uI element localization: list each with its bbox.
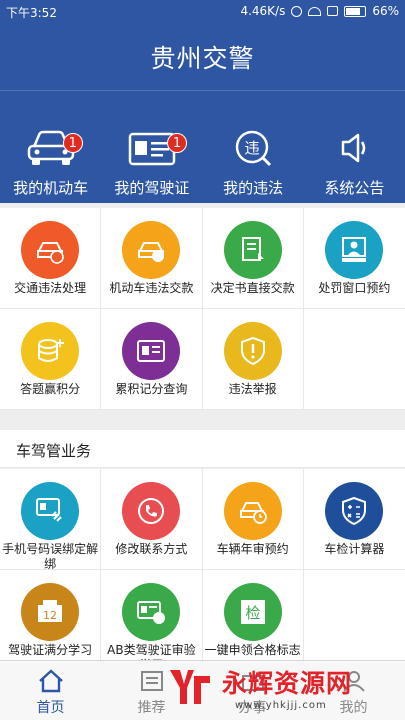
coins-icon: [21, 322, 80, 380]
top-nav-label: 我的违法: [223, 179, 284, 197]
service-label: 交通违法处理: [14, 281, 87, 295]
service-label: 累积记分查询: [115, 382, 188, 396]
id-card-icon: [122, 322, 181, 380]
empty-cell: [303, 570, 405, 671]
service-decision-payment[interactable]: 决定书直接交款: [202, 208, 304, 309]
status-time: 下午3:52: [6, 6, 57, 20]
service-label: 驾驶证满分学习: [8, 643, 93, 657]
unlink-card-icon: [21, 482, 80, 540]
home-icon: [38, 669, 63, 693]
section-title: 车驾管业务: [16, 442, 92, 460]
hd-icon: [327, 6, 339, 16]
score-board-icon: 12: [21, 583, 80, 641]
service-unbind-phone[interactable]: 手机号码误绑定解绑: [0, 469, 102, 571]
watermark-logo-icon: [170, 670, 210, 704]
svg-text:12: 12: [43, 609, 57, 622]
wifi-icon: [308, 6, 322, 16]
window-appointment-icon: [325, 221, 384, 279]
service-label: 修改联系方式: [115, 542, 188, 556]
top-nav-my-violations[interactable]: 违 我的违法: [203, 91, 304, 203]
service-ab-license-review[interactable]: AB类驾驶证审验学习: [101, 570, 203, 672]
service-label: 手机号码误绑定解绑: [2, 542, 99, 571]
watermark: 永辉资源网 www.yhkjjj.com: [160, 660, 405, 720]
service-vehicle-fine-payment[interactable]: 机动车违法交款: [101, 208, 203, 309]
service-label: 答题赢积分: [20, 382, 81, 396]
battery-icon: [344, 5, 367, 17]
top-nav-my-vehicle[interactable]: 1 我的机动车: [0, 91, 101, 203]
service-full-score-study[interactable]: 12 驾驶证满分学习: [0, 570, 102, 671]
svg-text:检: 检: [245, 604, 260, 622]
service-window-appointment[interactable]: 处罚窗口预约: [303, 208, 405, 309]
service-label: 车辆年审预约: [216, 542, 289, 556]
tab-home[interactable]: 首页: [0, 661, 101, 720]
service-label: 决定书直接交款: [210, 281, 295, 295]
service-label: 车检计算器: [324, 542, 385, 556]
service-grid: 交通违法处理 机动车违法交款 决定书直接交款 处罚窗口预约 答题赢积分 累积记分…: [0, 208, 405, 410]
vehicle-count-badge: 1: [62, 133, 83, 153]
car-clock-icon: [223, 482, 282, 540]
car-payment-icon: [122, 221, 181, 279]
service-label: 违法举报: [228, 382, 277, 396]
service-points-query[interactable]: 累积记分查询: [101, 309, 203, 410]
watermark-text: 永辉资源网: [222, 669, 353, 698]
service-label: 处罚窗口预约: [318, 281, 391, 295]
warning-shield-icon: [223, 322, 282, 380]
car-violation-icon: [21, 221, 80, 279]
violation-icon: 违: [235, 130, 272, 167]
vehicle-service-grid: 手机号码误绑定解绑 修改联系方式 车辆年审预约 车检计算器 12 驾驶证满分学习…: [0, 469, 405, 672]
phone-icon: [122, 482, 181, 540]
section-header: 车驾管业务: [0, 430, 405, 468]
top-nav-label: 我的机动车: [13, 179, 89, 197]
top-nav-my-license[interactable]: 1 我的驾驶证: [101, 91, 202, 203]
service-apply-certificate[interactable]: 检 一键申领合格标志: [202, 570, 304, 671]
service-change-contact[interactable]: 修改联系方式: [101, 469, 203, 570]
service-quiz-points[interactable]: 答题赢积分: [0, 309, 102, 410]
top-nav: 1 我的机动车 1 我的驾驶证 违 我的违法 系统公告: [0, 90, 405, 203]
calculator-shield-icon: [325, 482, 384, 540]
alarm-icon: [291, 5, 303, 17]
document-pay-icon: [223, 221, 282, 279]
inspection-stamp-icon: 检: [223, 583, 282, 641]
svg-text:违: 违: [245, 139, 260, 157]
network-speed: 4.46K/s: [240, 4, 286, 18]
status-icons: 4.46K/s 66%: [240, 4, 399, 18]
watermark-url: www.yhkjjj.com: [235, 700, 327, 711]
top-nav-announcements[interactable]: 系统公告: [304, 91, 405, 203]
top-nav-label: 我的驾驶证: [114, 179, 190, 197]
service-label: 机动车违法交款: [109, 281, 194, 295]
service-label: 一键申领合格标志: [204, 643, 301, 657]
service-annual-inspection[interactable]: 车辆年审预约: [202, 469, 304, 570]
service-inspection-calculator[interactable]: 车检计算器: [303, 469, 405, 570]
app-header: 贵州交警: [0, 24, 405, 90]
status-bar: 下午3:52 4.46K/s 66%: [0, 0, 405, 24]
speaker-icon: [342, 133, 366, 163]
service-traffic-violation[interactable]: 交通违法处理: [0, 208, 102, 309]
top-nav-label: 系统公告: [324, 179, 385, 197]
service-violation-report[interactable]: 违法举报: [202, 309, 304, 410]
license-review-icon: [122, 583, 181, 641]
tab-label: 首页: [36, 700, 65, 716]
license-count-badge: 1: [167, 133, 188, 153]
page-title: 贵州交警: [150, 44, 255, 73]
empty-cell: [303, 309, 405, 410]
battery-level: 66%: [372, 4, 399, 18]
